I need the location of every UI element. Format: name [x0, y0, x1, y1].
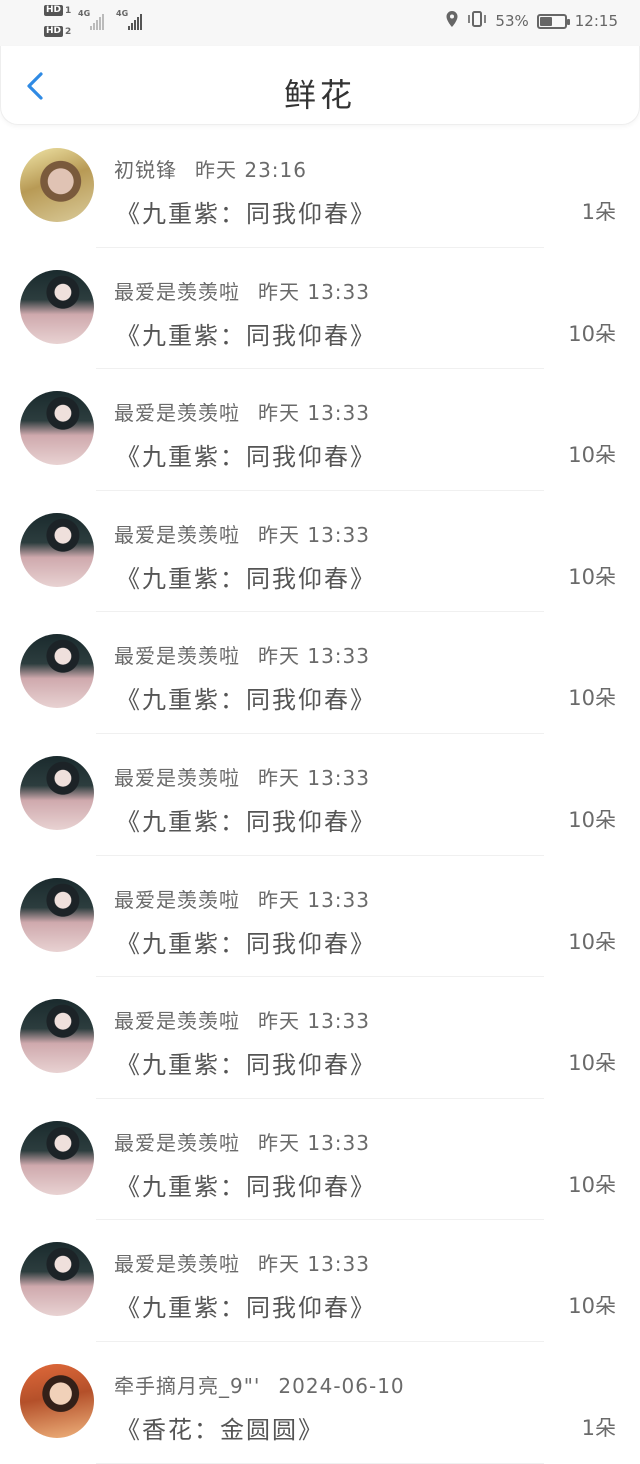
- send-time: 昨天 13:33: [258, 401, 370, 426]
- sender-name[interactable]: 最爱是羡羡啦: [114, 888, 240, 912]
- send-time: 昨天 13:33: [258, 1009, 370, 1034]
- flower-count: 10朵: [568, 929, 616, 954]
- list-item[interactable]: 最爱是羡羡啦 昨天 13:33 《九重紫：同我仰春》 10朵: [0, 612, 640, 734]
- item-meta: 最爱是羡羡啦 昨天 13:33: [114, 884, 370, 913]
- work-title: 《九重紫：同我仰春》: [116, 929, 376, 958]
- list-item[interactable]: 最爱是羡羡啦 昨天 13:33 《九重紫：同我仰春》 10朵: [0, 1220, 640, 1342]
- flower-count: 10朵: [568, 1172, 616, 1197]
- flower-count: 10朵: [568, 321, 616, 346]
- item-meta: 最爱是羡羡啦 昨天 13:33: [114, 519, 370, 548]
- list-item[interactable]: 最爱是羡羡啦 昨天 13:33 《九重紫：同我仰春》 10朵: [0, 248, 640, 370]
- item-meta: 最爱是羡羡啦 昨天 13:33: [114, 1127, 370, 1156]
- item-meta: 最爱是羡羡啦 昨天 13:33: [114, 640, 370, 669]
- flower-count: 10朵: [568, 564, 616, 589]
- send-time: 昨天 13:33: [258, 522, 370, 547]
- flower-count: 10朵: [568, 443, 616, 468]
- status-bar: HD 1 HD 2 4G 4G 53% 12:15: [0, 0, 640, 46]
- sender-name[interactable]: 初锐锋: [114, 158, 177, 182]
- list-item[interactable]: 最爱是羡羡啦 昨天 13:33 《九重紫：同我仰春》 10朵: [0, 369, 640, 491]
- sender-name[interactable]: 最爱是羡羡啦: [114, 1131, 240, 1155]
- send-time: 昨天 13:33: [258, 1252, 370, 1277]
- sender-name[interactable]: 最爱是羡羡啦: [114, 280, 240, 304]
- work-title: 《九重紫：同我仰春》: [116, 807, 376, 836]
- item-meta: 最爱是羡羡啦 昨天 13:33: [114, 1005, 370, 1034]
- location-icon: [445, 10, 459, 32]
- network-type-2: 4G: [116, 9, 129, 18]
- flower-record-list[interactable]: 初锐锋 昨天 23:16 《九重紫：同我仰春》 1朵 最爱是羡羡啦 昨天 13:33 《九重…: [0, 126, 640, 1464]
- list-item[interactable]: 最爱是羡羡啦 昨天 13:33 《九重紫：同我仰春》 10朵: [0, 977, 640, 1099]
- flower-count: 10朵: [568, 807, 616, 832]
- app-header: 鲜花: [0, 46, 640, 125]
- sender-name[interactable]: 最爱是羡羡啦: [114, 523, 240, 547]
- work-title: 《九重紫：同我仰春》: [116, 321, 376, 350]
- item-meta: 最爱是羡羡啦 昨天 13:33: [114, 762, 370, 791]
- sender-name[interactable]: 最爱是羡羡啦: [114, 1252, 240, 1276]
- work-title: 《九重紫：同我仰春》: [116, 1051, 376, 1080]
- avatar[interactable]: [20, 148, 94, 222]
- sim1-slot: 1: [65, 5, 72, 16]
- list-item[interactable]: 最爱是羡羡啦 昨天 13:33 《九重紫：同我仰春》 10朵: [0, 734, 640, 856]
- avatar[interactable]: [20, 512, 94, 587]
- flower-count: 10朵: [568, 1294, 616, 1319]
- sender-name[interactable]: 最爱是羡羡啦: [114, 766, 240, 790]
- work-title: 《九重紫：同我仰春》: [116, 443, 376, 472]
- send-time: 昨天 13:33: [258, 644, 370, 669]
- send-time: 昨天 13:33: [258, 279, 370, 304]
- sender-name[interactable]: 牵手摘月亮_9"': [114, 1374, 260, 1398]
- clock: 12:15: [574, 12, 618, 30]
- send-time: 昨天 13:33: [258, 1130, 370, 1155]
- avatar[interactable]: [20, 999, 94, 1074]
- avatar[interactable]: [20, 391, 94, 466]
- list-item[interactable]: 最爱是羡羡啦 昨天 13:33 《九重紫：同我仰春》 10朵: [0, 491, 640, 613]
- item-meta: 初锐锋 昨天 23:16: [114, 154, 307, 183]
- sender-name[interactable]: 最爱是羡羡啦: [114, 401, 240, 425]
- avatar[interactable]: [20, 1120, 94, 1195]
- item-meta: 牵手摘月亮_9"' 2024-06-10: [114, 1370, 405, 1399]
- work-title: 《香花：金圆圆》: [116, 1415, 324, 1444]
- send-time: 昨天 13:33: [258, 887, 370, 912]
- list-item[interactable]: 初锐锋 昨天 23:16 《九重紫：同我仰春》 1朵: [0, 126, 640, 248]
- status-right: 53% 12:15: [445, 10, 618, 32]
- avatar[interactable]: [20, 755, 94, 830]
- sim1-hd-badge: HD: [44, 5, 64, 16]
- flower-count: 10朵: [568, 686, 616, 711]
- signal-1-icon: [90, 14, 104, 30]
- item-meta: 最爱是羡羡啦 昨天 13:33: [114, 276, 370, 305]
- work-title: 《九重紫：同我仰春》: [116, 564, 376, 593]
- avatar[interactable]: [20, 877, 94, 952]
- flower-count: 10朵: [568, 1051, 616, 1076]
- signal-2-icon: [128, 14, 142, 30]
- flower-count: 1朵: [581, 1415, 616, 1440]
- list-item[interactable]: 最爱是羡羡啦 昨天 13:33 《九重紫：同我仰春》 10朵: [0, 856, 640, 978]
- sim1-indicator: HD 1: [44, 5, 71, 16]
- item-meta: 最爱是羡羡啦 昨天 13:33: [114, 397, 370, 426]
- battery-saver-icon: [536, 13, 570, 29]
- send-time: 昨天 13:33: [258, 765, 370, 790]
- page-title: 鲜花: [283, 76, 356, 114]
- sim2-indicator: HD 2: [44, 26, 71, 37]
- list-item[interactable]: 牵手摘月亮_9"' 2024-06-10 《香花：金圆圆》 1朵: [0, 1342, 640, 1464]
- avatar[interactable]: [20, 634, 94, 709]
- work-title: 《九重紫：同我仰春》: [116, 200, 376, 228]
- avatar[interactable]: [20, 269, 94, 344]
- flower-count: 1朵: [581, 200, 616, 224]
- sim2-hd-badge: HD: [44, 26, 64, 37]
- sender-name[interactable]: 最爱是羡羡啦: [114, 644, 240, 668]
- vibrate-icon: [467, 10, 487, 32]
- sim2-slot: 2: [65, 26, 72, 37]
- work-title: 《九重紫：同我仰春》: [116, 686, 376, 715]
- divider: [96, 1462, 544, 1464]
- list-item[interactable]: 最爱是羡羡啦 昨天 13:33 《九重紫：同我仰春》 10朵: [0, 1099, 640, 1221]
- avatar[interactable]: [20, 1242, 94, 1317]
- battery-percent: 53%: [495, 12, 529, 30]
- work-title: 《九重紫：同我仰春》: [116, 1294, 376, 1323]
- item-meta: 最爱是羡羡啦 昨天 13:33: [114, 1248, 370, 1277]
- network-type-1: 4G: [78, 9, 91, 18]
- work-title: 《九重紫：同我仰春》: [116, 1172, 376, 1201]
- send-time: 2024-06-10: [278, 1373, 405, 1398]
- avatar[interactable]: [20, 1363, 94, 1438]
- battery-level-fill: [539, 16, 552, 26]
- send-time: 昨天 23:16: [195, 158, 307, 182]
- sender-name[interactable]: 最爱是羡羡啦: [114, 1009, 240, 1033]
